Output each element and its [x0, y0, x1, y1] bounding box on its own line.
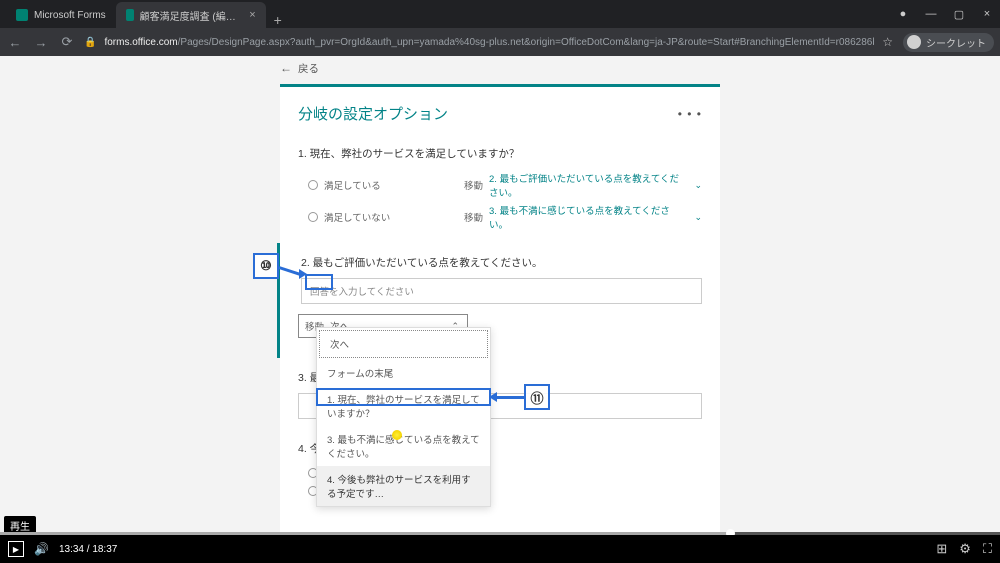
play-button[interactable]: ▶	[8, 541, 24, 557]
dropdown-item[interactable]: 次へ	[319, 330, 488, 358]
maximize-icon[interactable]: ▢	[952, 8, 966, 21]
close-icon[interactable]: ×	[249, 9, 255, 21]
dropdown-item[interactable]: フォームの末尾	[317, 360, 490, 386]
annotation-badge-11: ⑪	[524, 384, 550, 410]
page-title: 分岐の設定オプション	[298, 103, 448, 124]
browser-tab[interactable]: Microsoft Forms	[6, 2, 116, 28]
question-title: 1. 現在、弊社のサービスを満足していますか？	[298, 146, 702, 161]
annotation-line	[495, 396, 524, 399]
chevron-down-icon[interactable]: ⌄	[694, 180, 702, 191]
annotation-box-frame	[305, 274, 333, 290]
url-text[interactable]: forms.office.com/Pages/DesignPage.aspx?a…	[104, 37, 874, 48]
radio-icon	[308, 180, 318, 190]
goto-label: 移動	[464, 210, 483, 224]
annotation-arrow	[299, 269, 307, 279]
volume-icon[interactable]: 🔊	[34, 542, 49, 556]
tab-label: Microsoft Forms	[34, 10, 106, 21]
status-dot-icon: ●	[896, 8, 910, 20]
tab-favicon	[16, 9, 28, 21]
option-row: 満足していない 移動 3. 最も不満に感じている点を教えてください。 ⌄	[298, 201, 702, 233]
dropdown-item[interactable]: 3. 最も不満に感じている点を教えてください。	[317, 426, 490, 466]
radio-icon	[308, 212, 318, 222]
page-canvas: ← 戻る 分岐の設定オプション • • • 1. 現在、弊社のサービスを満足して…	[0, 56, 1000, 535]
annotation-box-frame	[316, 388, 491, 406]
form-card: 分岐の設定オプション • • • 1. 現在、弊社のサービスを満足していますか？…	[280, 84, 720, 535]
video-timecode: 13:34 / 18:37	[59, 544, 117, 555]
tab-label: 顧客満足度調査 (編集) Microsof…	[140, 8, 240, 23]
more-icon[interactable]: • • •	[678, 107, 702, 121]
settings-gear-icon[interactable]: ⚙	[959, 541, 971, 557]
page-header: ← 戻る	[0, 56, 1000, 80]
browser-tab-bar: Microsoft Forms 顧客満足度調査 (編集) Microsof… ×…	[0, 0, 1000, 28]
browser-url-bar: ← → ⟳ 🔒 forms.office.com/Pages/DesignPag…	[0, 28, 1000, 56]
close-icon[interactable]: ×	[980, 8, 994, 20]
back-arrow-icon[interactable]: ←	[280, 61, 292, 75]
option-label: 満足していない	[324, 210, 464, 224]
nav-forward-icon: →	[32, 35, 50, 50]
nav-reload-icon[interactable]: ⟳	[58, 34, 76, 50]
star-icon[interactable]: ☆	[882, 35, 893, 49]
incognito-icon	[907, 35, 921, 49]
dropdown-item-hover[interactable]: 4. 今後も弊社のサービスを利用する予定です…	[317, 466, 490, 506]
goto-label: 移動	[464, 178, 483, 192]
option-row: 満足している 移動 2. 最もご評価いただいている点を教えてください。 ⌄	[298, 169, 702, 201]
branch-dropdown[interactable]: 次へ フォームの末尾 1. 現在、弊社のサービスを満足していますか？ 3. 最も…	[316, 327, 491, 507]
tab-favicon	[126, 9, 134, 21]
browser-tab-active[interactable]: 顧客満足度調査 (編集) Microsof… ×	[116, 2, 266, 28]
back-label[interactable]: 戻る	[298, 61, 319, 76]
annotation-badge-10: ⑩	[253, 253, 279, 279]
question-title: 2. 最もご評価いただいている点を教えてください。	[301, 255, 702, 270]
video-player-bar: ▶ 🔊 13:34 / 18:37 ⊞ ⚙ ⛶	[0, 535, 1000, 563]
fullscreen-icon[interactable]: ⛶	[983, 541, 992, 557]
answer-input[interactable]: 回答を入力してください	[301, 278, 702, 304]
question-block-1: 1. 現在、弊社のサービスを満足していますか？ 満足している 移動 2. 最もご…	[280, 140, 720, 243]
lock-icon: 🔒	[84, 37, 96, 48]
option-label: 満足している	[324, 178, 464, 192]
captions-icon[interactable]: ⊞	[936, 541, 947, 557]
goto-select[interactable]: 2. 最もご評価いただいている点を教えてください。	[489, 171, 686, 199]
incognito-badge[interactable]: シークレット	[903, 33, 994, 52]
goto-select[interactable]: 3. 最も不満に感じている点を教えてください。	[489, 203, 686, 231]
new-tab-button[interactable]: +	[266, 12, 290, 28]
nav-back-icon[interactable]: ←	[6, 35, 24, 50]
minimize-icon[interactable]: —	[924, 8, 938, 20]
chevron-down-icon[interactable]: ⌄	[694, 212, 702, 223]
annotation-arrow	[489, 392, 497, 402]
